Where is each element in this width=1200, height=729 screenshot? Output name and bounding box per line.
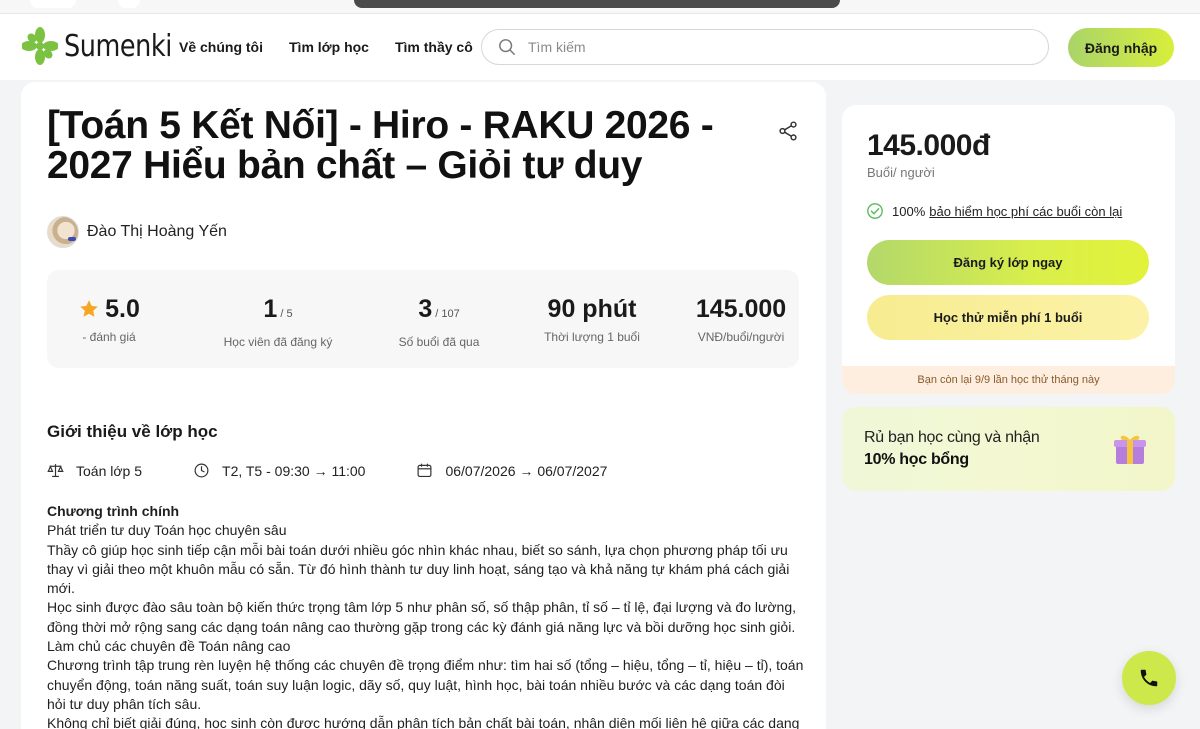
teacher-info[interactable]: Đào Thị Hoàng Yến	[47, 216, 227, 248]
subject-text: Toán lớp 5	[76, 462, 143, 479]
course-title: [Toán 5 Kết Nối] - Hiro - RAKU 2026 - 20…	[47, 104, 714, 187]
clock-icon	[194, 463, 209, 478]
stat-caption: VNĐ/buổi/người	[697, 330, 785, 344]
browser-tab[interactable]	[30, 0, 76, 8]
meta-subject: Toán lớp 5	[47, 462, 142, 479]
gift-icon	[1114, 435, 1146, 464]
desc-paragraph: Không chỉ biết giải đúng, học sinh còn đ…	[47, 715, 800, 729]
site-header: Sumenki Về chúng tôi Tìm lớp học Tìm thầ…	[0, 14, 1200, 80]
search-box[interactable]	[481, 29, 1049, 65]
trial-remaining-note: Bạn còn lại 9/9 lần học thử tháng này	[842, 366, 1175, 394]
desc-paragraph: Học sinh được đào sâu toàn bộ kiến thức …	[47, 599, 797, 635]
course-card: [Toán 5 Kết Nối] - Hiro - RAKU 2026 - 20…	[21, 82, 826, 729]
stat-value: 1	[263, 295, 278, 323]
browser-strip	[0, 0, 1200, 14]
stat-suffix: / 5	[280, 308, 293, 320]
price-unit: Buổi/ người	[867, 165, 935, 180]
avatar	[47, 216, 79, 248]
referral-promo[interactable]: Rủ bạn học cùng và nhận 10% học bổng	[842, 407, 1175, 491]
schedule-text: T2, T5 - 09:30 → 11:00	[222, 462, 366, 479]
course-meta: Toán lớp 5 T2, T5 - 09:30 → 11:00 06/07/…	[47, 462, 607, 479]
call-button[interactable]	[1122, 651, 1176, 705]
search-icon	[499, 39, 515, 55]
date-range-text: 06/07/2026 → 06/07/2027	[445, 462, 608, 479]
desc-paragraph: Làm chủ các chuyên đề Toán nâng cao	[47, 638, 291, 655]
main-nav: Về chúng tôi Tìm lớp học Tìm thầy cô	[179, 14, 473, 80]
nav-find-class[interactable]: Tìm lớp học	[289, 39, 369, 55]
promo-line1: Rủ bạn học cùng và nhận	[864, 429, 1040, 446]
login-button[interactable]: Đăng nhập	[1068, 28, 1174, 67]
promo-line2: 10% học bổng	[864, 451, 969, 468]
desc-paragraph: Chương trình tập trung rèn luyện hệ thốn…	[47, 657, 804, 712]
calendar-icon	[417, 463, 432, 478]
check-circle-icon	[867, 203, 883, 219]
share-icon[interactable]	[777, 120, 799, 142]
scale-icon	[47, 464, 64, 478]
insurance-note: 100% bảo hiểm học phí các buổi còn lại	[866, 202, 1122, 220]
meta-dates: 06/07/2026 → 06/07/2027	[416, 462, 607, 479]
stat-caption: - đánh giá	[82, 330, 136, 344]
stat-sessions: 3 / 107 Số buổi đã qua	[367, 270, 511, 368]
stat-caption: Thời lượng 1 buổi	[544, 330, 640, 344]
phone-icon	[1140, 669, 1158, 687]
stat-suffix: / 107	[435, 308, 460, 320]
nav-find-teacher[interactable]: Tìm thầy cô	[395, 39, 473, 55]
stat-value: 90 phút	[547, 295, 637, 323]
desc-paragraph: Phát triển tư duy Toán học chuyên sâu	[47, 522, 287, 539]
stat-duration: 90 phút Thời lượng 1 buổi	[523, 270, 661, 368]
stat-price: 145.000 VNĐ/buổi/người	[673, 270, 809, 368]
insurance-prefix: 100%	[892, 203, 926, 219]
stat-caption: Học viên đã đăng ký	[223, 335, 333, 349]
pricing-card: 145.000đ Buổi/ người 100% bảo hiểm học p…	[842, 105, 1175, 394]
section-title: Giới thiệu về lớp học	[47, 422, 218, 441]
free-trial-button[interactable]: Học thử miễn phí 1 buổi	[867, 295, 1149, 340]
browser-address-handle[interactable]	[354, 0, 840, 8]
register-button[interactable]: Đăng ký lớp ngay	[867, 240, 1149, 285]
desc-paragraph: Thầy cô giúp học sinh tiếp cận mỗi bài t…	[47, 541, 790, 597]
browser-tab[interactable]	[118, 0, 140, 8]
stat-students: 1 / 5 Học viên đã đăng ký	[203, 270, 353, 368]
course-description: Chương trình chính Phát triển tư duy Toá…	[47, 502, 807, 729]
stat-value: 145.000	[695, 295, 787, 323]
stat-value: 3	[418, 295, 433, 323]
stat-value: 5.0	[105, 295, 140, 323]
insurance-link[interactable]: bảo hiểm học phí các buổi còn lại	[929, 204, 1122, 219]
meta-schedule: T2, T5 - 09:30 → 11:00	[193, 462, 365, 479]
star-icon	[80, 300, 98, 317]
nav-about[interactable]: Về chúng tôi	[179, 39, 263, 55]
desc-heading: Chương trình chính	[47, 503, 180, 519]
stat-caption: Số buổi đã qua	[398, 335, 480, 349]
price-value: 145.000đ	[867, 129, 990, 162]
course-stats: 5.0 - đánh giá 1 / 5 Học viên đã đăng ký…	[47, 270, 799, 368]
search-input[interactable]	[528, 39, 1008, 55]
teacher-name[interactable]: Đào Thị Hoàng Yến	[87, 223, 227, 241]
stat-rating: 5.0 - đánh giá	[47, 270, 171, 368]
brand-name: Sumenki	[64, 28, 172, 64]
flower-logo-icon	[22, 27, 58, 65]
brand-logo[interactable]: Sumenki	[22, 26, 191, 66]
